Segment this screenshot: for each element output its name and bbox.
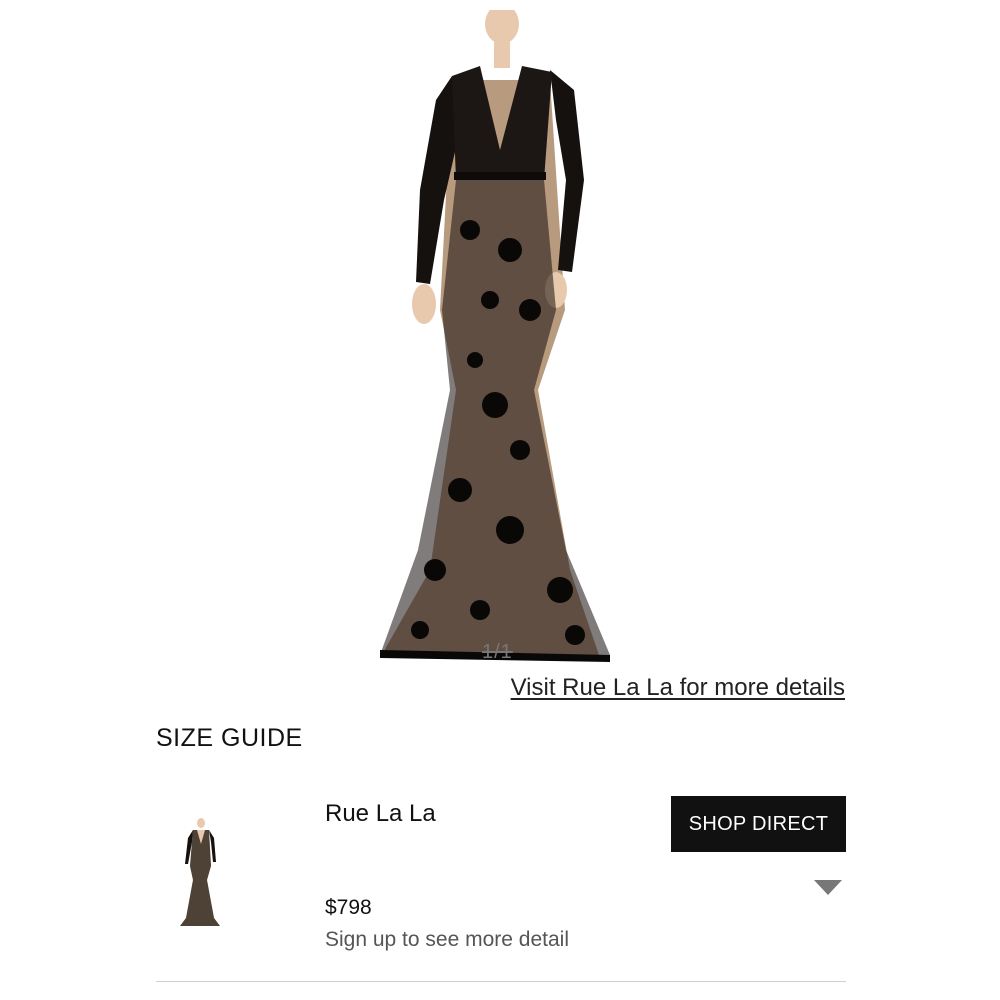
size-guide-link[interactable]: SIZE GUIDE xyxy=(156,724,303,753)
visit-retailer-link[interactable]: Visit Rue La La for more details xyxy=(511,674,845,702)
product-detail-page: 1/1 Visit Rue La La for more details SIZ… xyxy=(0,0,1000,1000)
gown-thumbnail-illustration xyxy=(180,818,220,926)
product-image[interactable] xyxy=(360,10,620,670)
product-price: $798 xyxy=(325,896,372,919)
offer-row: Rue La La $798 Sign up to see more detai… xyxy=(156,790,846,982)
shop-direct-button[interactable]: SHOP DIRECT xyxy=(671,796,846,852)
triangle-down-icon[interactable] xyxy=(814,880,842,895)
divider xyxy=(156,981,846,982)
retailer-name: Rue La La xyxy=(325,800,436,827)
gown-illustration xyxy=(380,10,610,662)
signup-prompt[interactable]: Sign up to see more detail xyxy=(325,928,569,952)
product-thumbnail[interactable] xyxy=(178,818,222,928)
image-counter: 1/1 xyxy=(482,641,513,663)
